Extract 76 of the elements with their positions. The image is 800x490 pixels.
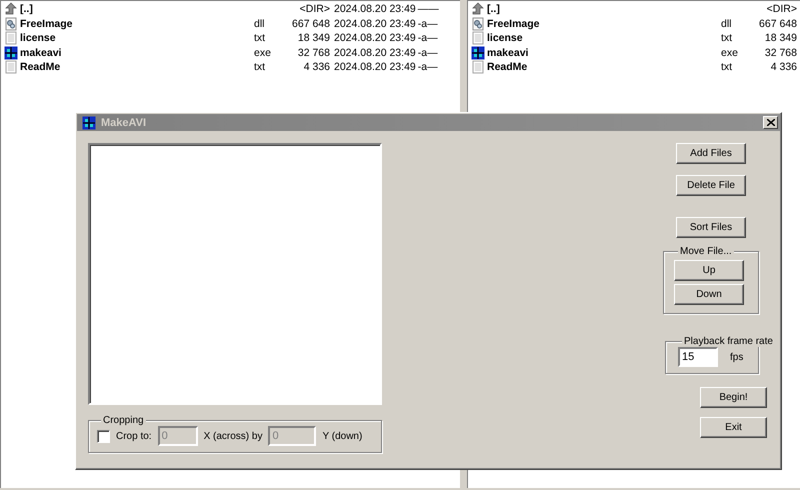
file-name: ReadMe <box>487 61 528 74</box>
file-size: 32 768 <box>296 46 330 59</box>
window-title: MakeAVI <box>101 116 148 128</box>
file-ext: exe <box>254 46 272 59</box>
file-row[interactable]: license txt 18 349 <box>468 31 800 46</box>
app-icon <box>82 116 96 130</box>
document-icon <box>471 31 485 46</box>
file-ext: exe <box>721 46 739 59</box>
file-row[interactable]: ReadMe txt 4 336 2024.08.20 23:49 -a— <box>1 60 460 74</box>
file-ext: txt <box>254 32 266 44</box>
file-ext: dll <box>721 18 733 30</box>
file-date: 2024.08.20 23:49 <box>334 18 416 30</box>
close-icon <box>766 119 774 126</box>
move-button[interactable]: Up <box>674 260 744 281</box>
file-attributes: -a— <box>418 18 438 30</box>
group-label: Cropping <box>101 415 146 426</box>
file-attributes: -a— <box>418 46 438 59</box>
file-name: [..] <box>20 3 34 16</box>
file-name: ReadMe <box>20 61 62 74</box>
file-row[interactable]: FreeImage dll 667 648 <box>468 16 800 31</box>
file-row[interactable]: license txt 18 349 2024.08.20 23:49 -a— <box>1 31 460 46</box>
group-label: Playback frame rate <box>682 336 775 347</box>
unit-label: fps <box>730 352 744 362</box>
app-icon <box>471 46 485 60</box>
field-label: X (across) by <box>204 430 262 442</box>
file-name: license <box>487 32 524 44</box>
file-name: FreeImage <box>20 18 74 30</box>
action-button[interactable]: Begin! <box>700 387 767 408</box>
file-date: 2024.08.20 23:49 <box>334 32 416 44</box>
file-date: 2024.08.20 23:49 <box>334 61 416 74</box>
app-icon <box>4 46 18 60</box>
file-attributes: -a— <box>418 32 438 44</box>
file-date: 2024.08.20 23:49 <box>334 3 416 16</box>
file-name: makeavi <box>20 46 62 59</box>
file-row[interactable]: [..] <DIR> <box>468 2 800 16</box>
file-name: makeavi <box>487 46 530 59</box>
file-size: 4 336 <box>302 61 330 74</box>
file-row[interactable]: [..] <DIR> 2024.08.20 23:49 —— <box>1 2 460 16</box>
file-ext: txt <box>721 61 734 74</box>
file-size: 667 648 <box>758 18 797 30</box>
file-size: 18 349 <box>296 32 330 44</box>
file-size: 667 648 <box>291 18 330 30</box>
field-label: Y (down) <box>322 430 362 442</box>
move-button[interactable]: Down <box>674 284 744 305</box>
file-list[interactable] <box>88 143 382 405</box>
group-label: Move File... <box>678 246 734 257</box>
document-icon <box>4 31 18 46</box>
file-row[interactable]: ReadMe txt 4 336 <box>468 60 800 74</box>
file-size: <DIR> <box>298 3 330 16</box>
file-ext: txt <box>254 61 266 74</box>
file-size: 4 336 <box>770 61 797 74</box>
file-row[interactable]: makeavi exe 32 768 2024.08.20 23:49 -a— <box>1 46 460 60</box>
file-size: <DIR> <box>766 3 797 16</box>
action-button[interactable]: Sort Files <box>676 217 746 238</box>
document-icon <box>471 60 485 74</box>
file-name: [..] <box>487 3 501 16</box>
document-icon <box>4 60 18 74</box>
file-name: FreeImage <box>487 18 541 30</box>
file-row[interactable]: makeavi exe 32 768 <box>468 46 800 60</box>
action-button[interactable]: Exit <box>700 417 767 438</box>
file-size: 32 768 <box>764 46 797 59</box>
file-attributes: -a— <box>418 61 438 74</box>
file-ext: dll <box>254 18 266 30</box>
file-attributes: —— <box>418 3 439 16</box>
file-ext: txt <box>721 32 734 44</box>
file-date: 2024.08.20 23:49 <box>334 46 416 59</box>
action-button[interactable]: Delete File <box>676 175 746 196</box>
action-button[interactable]: Add Files <box>676 143 746 164</box>
file-size: 18 349 <box>764 32 797 44</box>
close-button[interactable] <box>763 116 778 129</box>
file-name: license <box>20 32 57 44</box>
file-row[interactable]: FreeImage dll 667 648 2024.08.20 23:49 -a— <box>1 16 460 31</box>
frame-rate-field[interactable]: 15 <box>678 347 718 367</box>
checkbox-label: Crop to: <box>116 430 152 442</box>
gear-document-icon <box>471 16 485 31</box>
gear-document-icon <box>4 16 18 31</box>
